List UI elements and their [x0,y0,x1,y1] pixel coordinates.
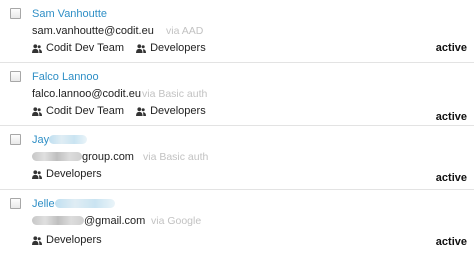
group-tag: Developers [136,42,206,54]
group-tag: Developers [32,168,102,180]
select-user-checkbox[interactable] [10,8,21,19]
user-groups: Codit Dev Team Developers [32,42,218,54]
group-tag: Codit Dev Team [32,105,124,117]
user-group-icon [136,43,147,53]
user-groups: Developers [32,234,114,246]
user-row: Jay group.com via Basic auth Developers … [0,126,474,190]
user-name-link[interactable]: Falco Lannoo [32,71,99,83]
user-first-name: Jay [32,134,50,146]
user-group-icon [32,235,42,245]
user-group-icon [32,169,42,179]
group-tag: Developers [32,234,102,246]
user-list: Sam Vanhoutte sam.vanhoutte@codit.eu via… [0,0,474,254]
user-row: Jelle @gmail.com via Google Developers a… [0,190,474,254]
auth-method: via Basic auth [142,88,208,100]
group-label: Developers [46,234,102,246]
user-name-link[interactable]: Sam Vanhoutte [32,8,107,20]
user-row: Falco Lannoo falco.lannoo@codit.eu via B… [0,63,474,126]
auth-method: via AAD [166,25,204,37]
select-user-checkbox[interactable] [10,198,21,209]
select-user-checkbox[interactable] [10,134,21,145]
user-group-icon [136,106,147,116]
user-row: Sam Vanhoutte sam.vanhoutte@codit.eu via… [0,0,474,63]
group-label: Codit Dev Team [46,105,125,117]
group-label: Developers [150,105,206,117]
group-label: Developers [150,42,206,54]
redacted-email [32,152,82,161]
redacted-name [54,199,115,208]
auth-method: via Google [151,215,202,227]
group-label: Developers [46,168,102,180]
user-email: falco.lannoo@codit.eu [32,88,142,100]
status-label: active [435,172,467,184]
user-email: group.com [32,151,134,163]
auth-method: via Basic auth [143,151,209,163]
user-groups: Developers [32,168,114,180]
status-label: active [435,42,467,54]
redacted-name [49,135,88,144]
user-email: @gmail.com [32,215,145,227]
user-name-link[interactable]: Jay [32,134,88,146]
select-user-checkbox[interactable] [10,71,21,82]
user-group-icon [32,106,42,116]
email-domain: @gmail.com [84,215,146,227]
user-first-name: Jelle [32,198,55,210]
group-tag: Developers [136,105,206,117]
redacted-email [32,216,84,225]
user-name-link[interactable]: Jelle [32,198,115,210]
user-group-icon [32,43,42,53]
group-tag: Codit Dev Team [32,42,124,54]
user-groups: Codit Dev Team Developers [32,105,218,117]
group-label: Codit Dev Team [46,42,125,54]
email-domain: group.com [82,151,134,163]
user-email: sam.vanhoutte@codit.eu [32,25,154,37]
status-label: active [435,111,467,123]
status-label: active [435,236,467,248]
